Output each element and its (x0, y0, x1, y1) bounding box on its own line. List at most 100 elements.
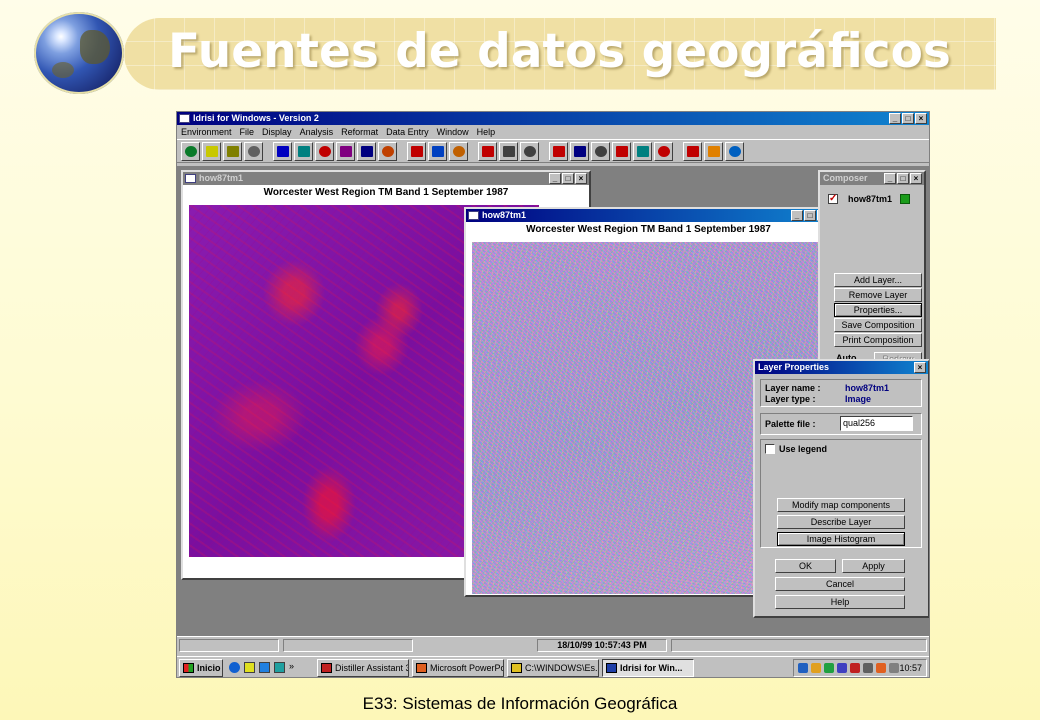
app-minimize-button[interactable]: _ (889, 113, 901, 124)
print-icon (247, 145, 260, 157)
image-window-1-close-button[interactable]: × (575, 173, 587, 184)
apply-button[interactable]: Apply (842, 559, 905, 573)
menu-analysis[interactable]: Analysis (300, 125, 334, 139)
add-layer-button[interactable]: Add Layer... (834, 273, 922, 287)
image-window-2-maximize-button[interactable]: □ (804, 210, 816, 221)
slide-title: Fuentes de datos geográficos (168, 24, 951, 79)
ie-icon[interactable] (229, 662, 240, 673)
digitize-button[interactable] (294, 141, 313, 161)
arrow-button[interactable] (520, 141, 539, 161)
composer-layer-name[interactable]: how87tm1 (848, 194, 892, 204)
symbol-button[interactable] (315, 141, 334, 161)
volume-tray-icon[interactable] (863, 663, 873, 673)
layer-name-value: how87tm1 (845, 383, 890, 393)
menu-data-entry[interactable]: Data Entry (386, 125, 429, 139)
network-tray-icon[interactable] (798, 663, 808, 673)
start-button[interactable]: Inicio (179, 659, 223, 677)
terrain-button[interactable] (725, 141, 744, 161)
swap-button[interactable] (449, 141, 468, 161)
antivirus-tray-icon[interactable] (824, 663, 834, 673)
print-button[interactable] (244, 141, 263, 161)
digitize-icon (297, 145, 310, 157)
import-button[interactable] (683, 141, 702, 161)
desktop-icon[interactable] (259, 662, 270, 673)
composer-maximize-button[interactable]: □ (897, 173, 909, 184)
task-explorer[interactable]: C:\WINDOWS\Es... (507, 659, 599, 677)
wave-button[interactable] (428, 141, 447, 161)
idrisi-app-icon (179, 114, 190, 123)
composer-button[interactable] (273, 141, 292, 161)
remove-layer-button[interactable]: Remove Layer (834, 288, 922, 302)
app-maximize-button[interactable]: □ (902, 113, 914, 124)
image-window-1-minimize-button[interactable]: _ (549, 173, 561, 184)
properties-button[interactable]: Properties... (834, 303, 922, 317)
composer-close-button[interactable]: × (910, 173, 922, 184)
layer-properties-close-button[interactable]: × (914, 362, 926, 373)
help-button[interactable]: Help (775, 595, 905, 609)
query-button[interactable] (336, 141, 355, 161)
crosshair-button[interactable] (478, 141, 497, 161)
menu-display[interactable]: Display (262, 125, 292, 139)
composer-minimize-button[interactable]: _ (884, 173, 896, 184)
ok-button[interactable]: OK (775, 559, 836, 573)
quicklaunch-more[interactable]: » (289, 661, 294, 671)
sunburst-button[interactable] (704, 141, 723, 161)
grid-button[interactable] (570, 141, 589, 161)
layer-type-label: Layer type : (765, 394, 816, 404)
menu-help[interactable]: Help (477, 125, 496, 139)
terrain-icon (728, 145, 741, 157)
task-powerpoint[interactable]: Microsoft PowerPoi... (412, 659, 504, 677)
menu-window[interactable]: Window (437, 125, 469, 139)
palette-file-input[interactable]: qual256 (840, 416, 913, 431)
cancel-button[interactable]: Cancel (775, 577, 905, 591)
layer-add-button[interactable] (202, 141, 221, 161)
display-tray-icon[interactable] (837, 663, 847, 673)
system-tray: 10:57 (793, 659, 927, 677)
status-bar: 18/10/99 10:57:43 PM (177, 636, 929, 652)
scheduler-tray-icon[interactable] (850, 663, 860, 673)
app-close-button[interactable]: × (915, 113, 927, 124)
paint-button[interactable] (612, 141, 631, 161)
describe-layer-button[interactable]: Describe Layer (777, 515, 905, 529)
status-cell-4 (671, 639, 927, 652)
menu-environment[interactable]: Environment (181, 125, 232, 139)
scissors-button[interactable] (499, 141, 518, 161)
use-legend-checkbox[interactable] (765, 444, 775, 454)
zoom-window-button[interactable] (357, 141, 376, 161)
image-window-icon (468, 211, 479, 220)
measure-button[interactable] (378, 141, 397, 161)
app-title-bar: Idrisi for Windows - Version 2 _ □ × (177, 112, 929, 125)
update-tray-icon[interactable] (876, 663, 886, 673)
layer-visible-checkbox[interactable]: ✓ (828, 194, 838, 204)
edit-grid-button[interactable] (633, 141, 652, 161)
outlook-icon[interactable] (244, 662, 255, 673)
table-button[interactable] (591, 141, 610, 161)
edit-grid-icon (636, 145, 649, 157)
composer-window: Composer _ □ × ✓ how87tm1 Add Layer... R… (818, 170, 926, 366)
display-launcher-button[interactable] (181, 141, 200, 161)
menu-reformat[interactable]: Reformat (341, 125, 378, 139)
task-distiller[interactable]: Distiller Assistant 3.... (317, 659, 409, 677)
drive-tray-icon[interactable] (889, 663, 899, 673)
symbol-icon (318, 145, 331, 157)
layer-properties-title-bar: Layer Properties × (755, 361, 928, 374)
print-composition-button[interactable]: Print Composition (834, 333, 922, 347)
save-image-button[interactable] (549, 141, 568, 161)
idrisi-screenshot: Idrisi for Windows - Version 2 _ □ × Env… (176, 111, 930, 678)
channels-icon[interactable] (274, 662, 285, 673)
menu-file[interactable]: File (240, 125, 255, 139)
image-window-1-maximize-button[interactable]: □ (562, 173, 574, 184)
palette-icon (226, 145, 239, 157)
histogram-button[interactable] (407, 141, 426, 161)
save-composition-button[interactable]: Save Composition (834, 318, 922, 332)
image-window-2-minimize-button[interactable]: _ (791, 210, 803, 221)
image-2-title: Worcester West Region TM Band 1 Septembe… (526, 224, 771, 235)
layer-grid-icon[interactable] (900, 194, 910, 204)
export-button[interactable] (654, 141, 673, 161)
layer-add-icon (205, 145, 218, 157)
tool-tray-icon[interactable] (811, 663, 821, 673)
modify-map-components-button[interactable]: Modify map components (777, 498, 905, 512)
task-idrisi[interactable]: Idrisi for Win... (602, 659, 694, 677)
palette-button[interactable] (223, 141, 242, 161)
image-histogram-button[interactable]: Image Histogram (777, 532, 905, 546)
